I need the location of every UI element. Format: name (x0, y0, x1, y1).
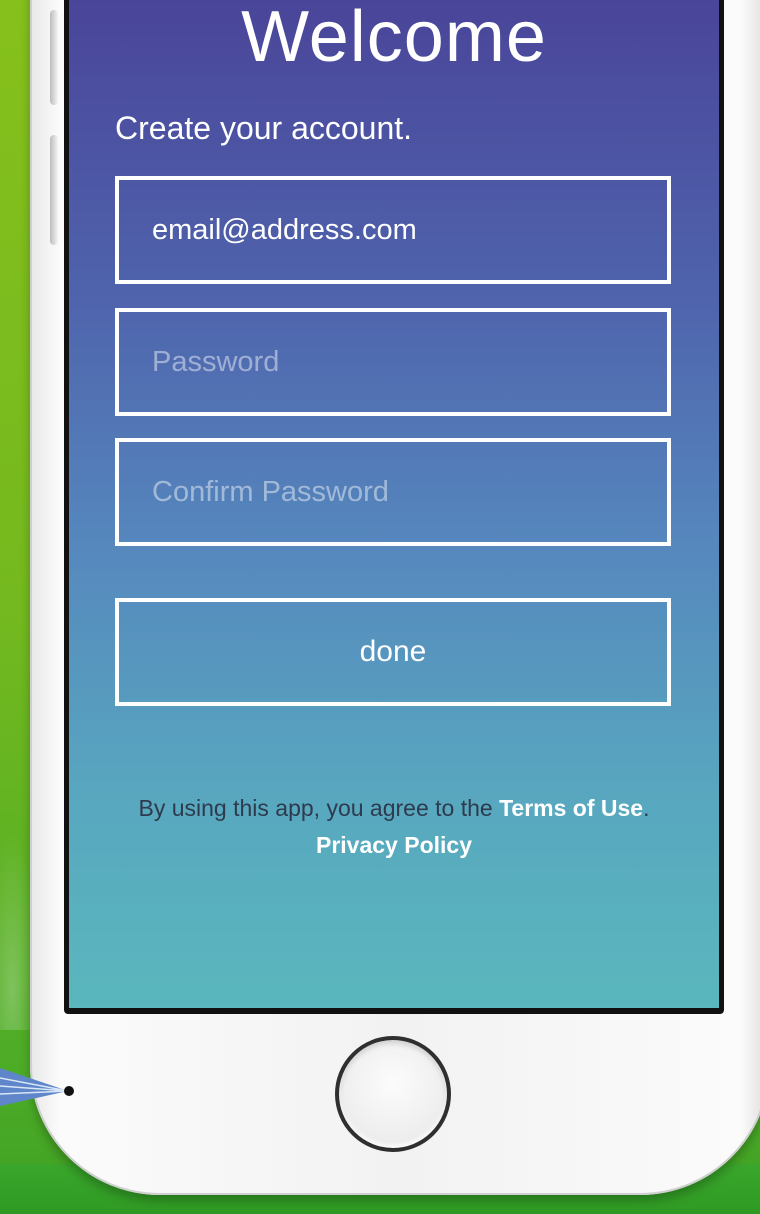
volume-up-button (50, 10, 58, 105)
home-button-icon[interactable] (335, 1036, 451, 1152)
password-field[interactable] (115, 308, 671, 416)
subtitle: Create your account. (115, 110, 413, 146)
app-screen: Welcome Create your account. done By usi… (69, 0, 719, 1008)
terms-of-use-link[interactable]: Terms of Use (499, 795, 643, 821)
privacy-policy-link[interactable]: Privacy Policy (316, 832, 472, 858)
confirm-password-field[interactable] (115, 438, 671, 546)
email-input[interactable] (152, 213, 632, 247)
pointer-dot (64, 1086, 74, 1096)
password-input[interactable] (152, 345, 632, 379)
legal-notice: By using this app, you agree to the Term… (69, 790, 719, 864)
legal-period: . (643, 795, 650, 821)
legal-text: By using this app, you agree to the (138, 795, 500, 821)
volume-down-button (50, 135, 58, 245)
confirm-password-input[interactable] (152, 475, 632, 509)
pointer-fan-icon (0, 1068, 69, 1106)
done-button[interactable]: done (115, 598, 671, 706)
page-title: Welcome (241, 0, 547, 77)
email-field[interactable] (115, 176, 671, 284)
